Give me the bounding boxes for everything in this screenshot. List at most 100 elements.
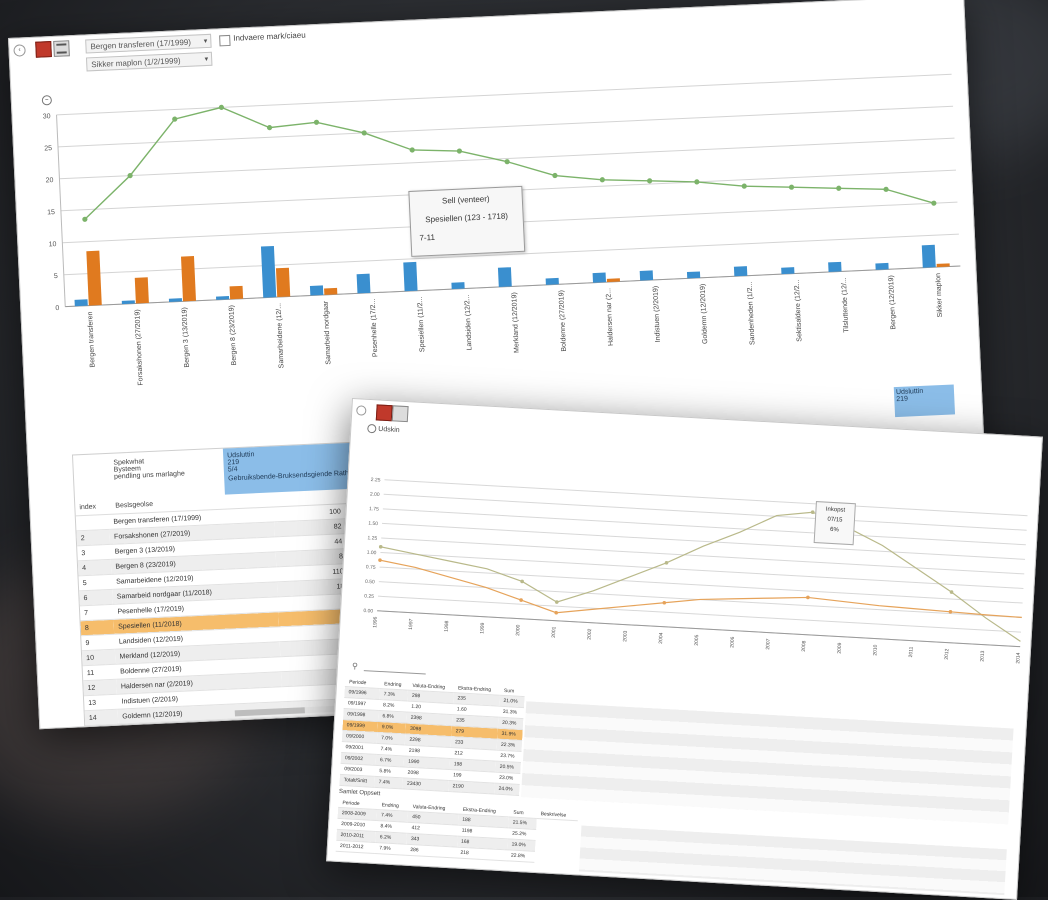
line-point: [409, 147, 415, 153]
x-tick-label: 1998: [444, 620, 451, 632]
chart-bar: [639, 270, 654, 281]
x-tick-label: 1997: [408, 618, 415, 630]
x-tick-label: 2013: [979, 650, 986, 662]
tooltip-line2: Spesiellen (123 - 1718): [425, 211, 509, 225]
x-tick-label: 2008: [801, 640, 808, 652]
x-tick-label: Pesenhelle (17/2...: [370, 298, 380, 357]
x-tick-label: Tilsluttende (12/...: [841, 277, 851, 333]
chart-bar: [606, 278, 620, 283]
y-tick-label: 30: [43, 113, 51, 120]
y-tick-label: 1.25: [367, 535, 377, 542]
x-tick-label: 2003: [622, 630, 629, 642]
y-tick-label: 1.00: [366, 550, 376, 557]
x-tick-label: Bergen 8 (23/2019): [228, 305, 238, 366]
table-cell: 218: [456, 847, 508, 861]
line-point: [554, 610, 559, 615]
table-cell: 286: [405, 844, 457, 859]
gridline: [381, 537, 1025, 575]
legend-toggle-icon: −: [41, 95, 53, 106]
row-index: 14: [84, 709, 119, 726]
chart-bar: [545, 277, 559, 285]
line-point: [456, 148, 463, 154]
line-point: [361, 130, 367, 136]
chart-bar: [451, 282, 465, 290]
x-tick-label: 1999: [479, 622, 486, 634]
legend-toggle[interactable]: −: [41, 95, 53, 106]
table-header-left: Spekwhat Bysteem pendling uns marlaghe: [113, 458, 185, 481]
x-tick-label: 2012: [944, 648, 951, 660]
y-tick-label: 0.75: [366, 564, 376, 571]
detail-window: Udskin 0.00 0.25 0.50 0.75 1.00 1.25 1.50 1.75 2…: [326, 398, 1043, 900]
x-tick-label: 2001: [551, 626, 558, 638]
line-point: [810, 510, 815, 515]
chart-bar: [936, 263, 950, 268]
period-dropdown[interactable]: Bergen transferen (17/1999) ▾: [85, 33, 212, 54]
y-tick-label: 25: [44, 145, 52, 152]
x-tick-label: Merkland (12/2019): [511, 292, 521, 353]
chart-bar: [168, 298, 183, 302]
line-point: [836, 185, 842, 191]
x-tick-label: Bergen transferen: [87, 311, 97, 367]
chart-type-icon[interactable]: [35, 41, 52, 58]
x-tick-label: Landsiden (12/2...: [464, 294, 474, 350]
chart-bar: [324, 287, 338, 295]
table-cell: 7.4%: [374, 776, 404, 789]
table-view-icon[interactable]: [53, 40, 70, 57]
chart-bar: [74, 299, 88, 307]
legend-toggle-icon: [367, 423, 377, 434]
line-point: [694, 179, 700, 185]
column-header-name[interactable]: Beslsgeolse: [115, 501, 153, 510]
table-view-icon[interactable]: [391, 405, 409, 423]
table-cell: Totalt/Snitt: [339, 774, 376, 788]
row-index: 7: [79, 604, 114, 621]
line-point: [519, 598, 523, 602]
line-point: [647, 178, 653, 184]
y-tick-label: 0.50: [365, 579, 375, 586]
collapse-icon[interactable]: ‹: [13, 44, 26, 57]
chart-tooltip: Sell (venteer) Spesiellen (123 - 1718) 7…: [408, 185, 526, 257]
column-header[interactable]: Beskrivelse: [536, 808, 579, 821]
x-tick-label: Indistuen (2/2019): [652, 286, 662, 343]
line-point: [788, 184, 795, 190]
row-index: 12: [83, 679, 118, 696]
y-tick-label: 20: [46, 177, 54, 184]
search-input[interactable]: [363, 660, 427, 675]
tooltip-line1: Sell (venteer): [441, 194, 490, 206]
chart-tooltip: Inkopst 07/15 6%: [813, 501, 856, 546]
y-tick-label: 15: [47, 209, 55, 216]
comparison-dropdown[interactable]: Sikker maplon (1/2/1999) ▾: [85, 51, 213, 72]
x-tick-label: Spesiellen (11/2...: [417, 296, 427, 352]
line-point: [883, 186, 889, 192]
summary-table-filler: [578, 825, 1007, 896]
row-index: 13: [83, 694, 118, 711]
y-tick-label: 2.00: [370, 492, 380, 499]
chart-bar: [781, 267, 795, 275]
line-point: [662, 600, 667, 605]
search-icon: ⚲: [351, 661, 359, 671]
line-point: [552, 172, 558, 179]
period-table-body: Periode Endring Valuta-Endring Ekstra-Endri…: [339, 677, 526, 796]
x-tick-label: 2009: [837, 642, 844, 654]
gridline: [380, 552, 1024, 589]
gridline: [56, 73, 952, 116]
x-tick-label: 2002: [587, 628, 594, 640]
row-index: 8: [80, 619, 115, 636]
table-cell: 2190: [448, 780, 495, 795]
column-header-index[interactable]: index: [79, 503, 96, 511]
gridline: [57, 105, 954, 148]
y-tick-label: 0.00: [363, 608, 373, 615]
legend-toggle[interactable]: Udskin: [367, 423, 400, 435]
mark-checkbox-label: Indvaere mark/ciaeu: [233, 30, 306, 43]
chart-bar: [121, 300, 135, 305]
collapse-icon[interactable]: [356, 405, 367, 416]
chart-bar: [229, 285, 244, 300]
gridline: [377, 595, 1022, 633]
chart-bar: [356, 273, 371, 294]
chart-bar: [86, 250, 102, 306]
row-index: 9: [81, 634, 116, 651]
mark-checkbox[interactable]: [219, 34, 231, 47]
row-index: [75, 514, 110, 531]
x-tick-label: Samarbeid nordgaar: [323, 300, 333, 365]
line-point: [218, 104, 225, 110]
chart-type-icon[interactable]: [375, 404, 393, 422]
